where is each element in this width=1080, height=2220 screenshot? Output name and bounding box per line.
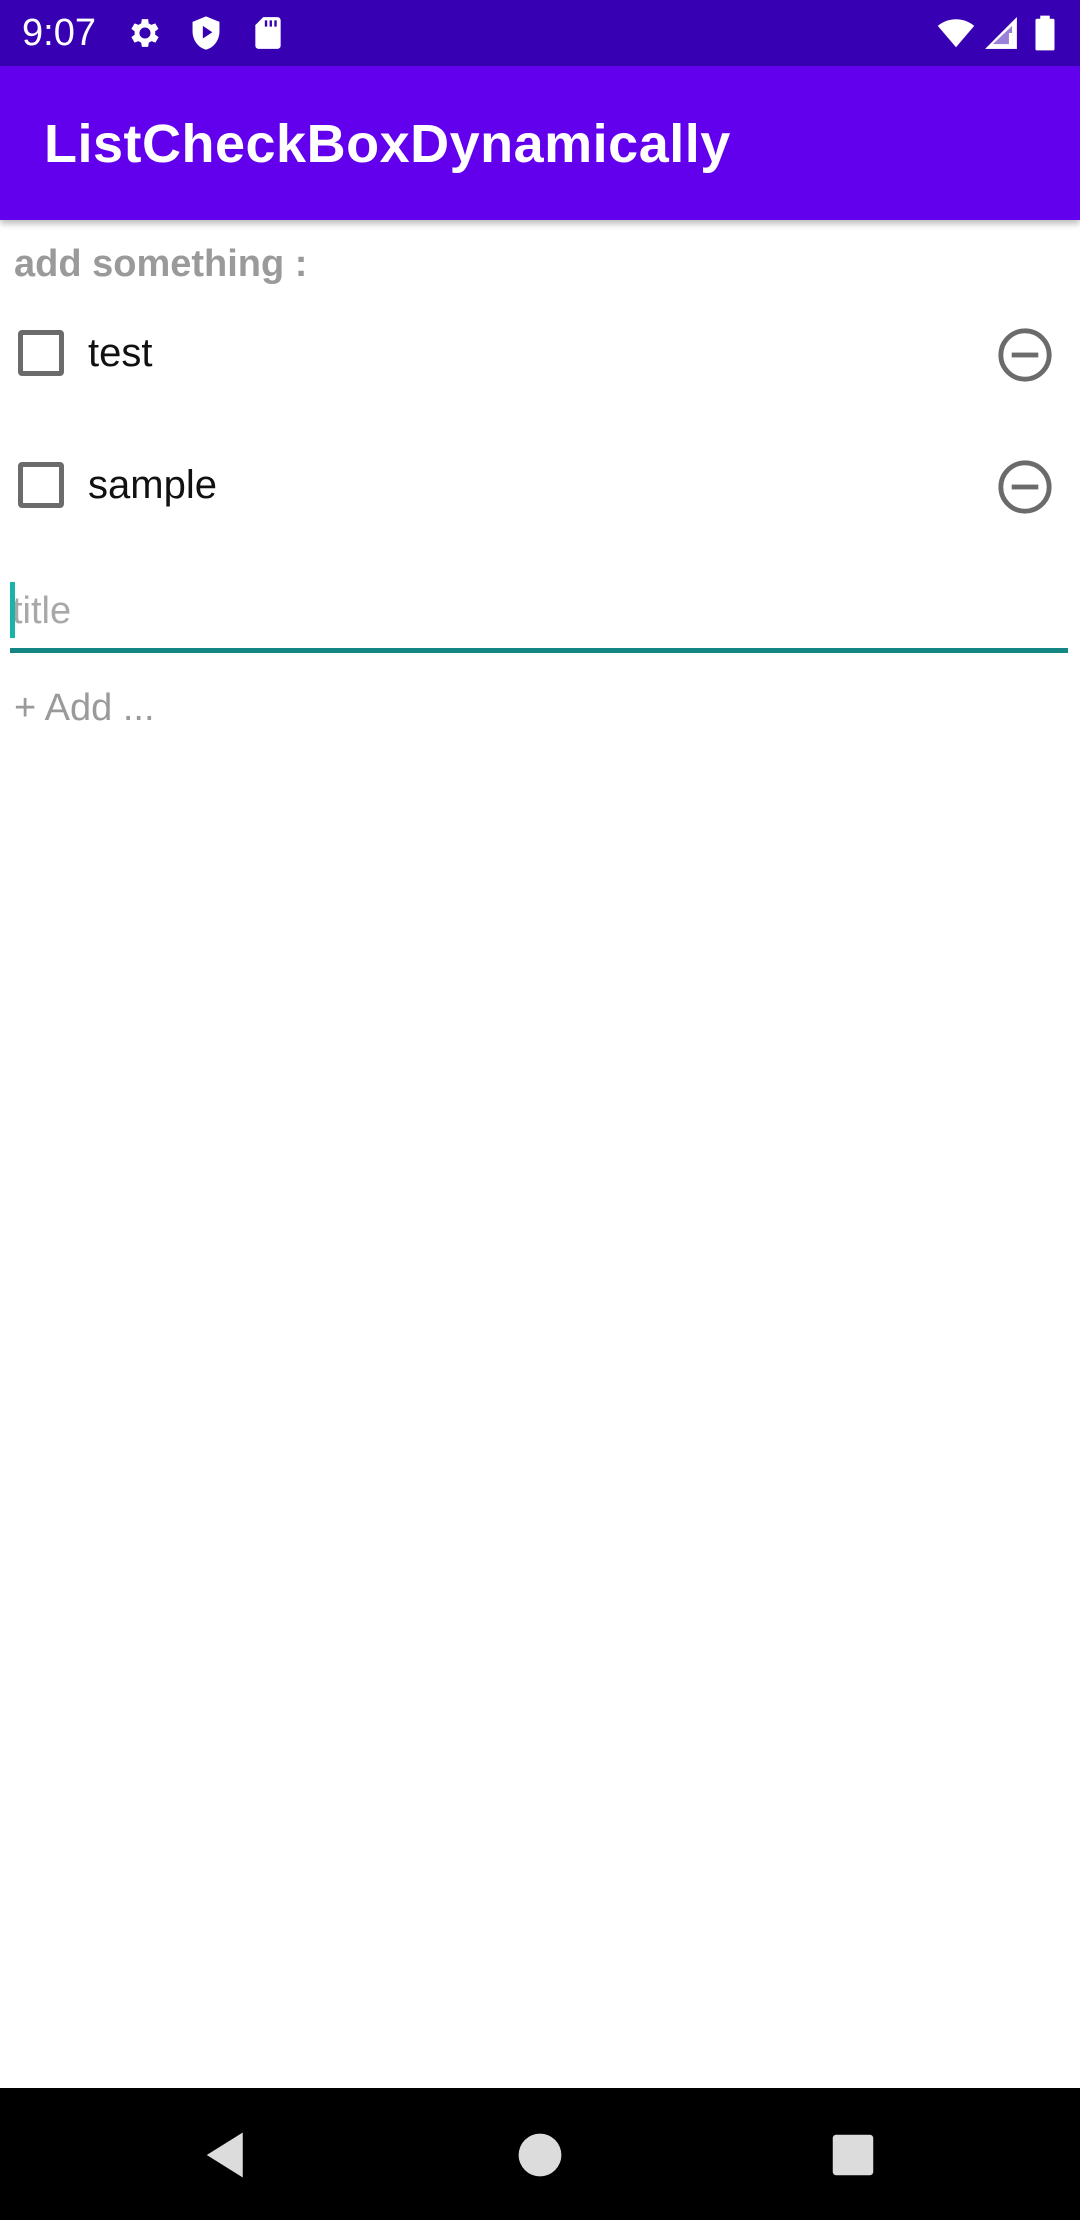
section-label: add something : xyxy=(14,243,308,285)
home-icon[interactable] xyxy=(513,2128,567,2182)
cell-signal-icon xyxy=(982,14,1020,52)
gear-icon xyxy=(126,14,164,52)
item-checkbox[interactable] xyxy=(18,462,64,508)
list-item: sample xyxy=(0,438,1080,538)
title-input[interactable] xyxy=(10,578,1068,644)
text-cursor xyxy=(10,582,15,638)
list-item: test xyxy=(0,306,1080,406)
sd-card-icon xyxy=(249,14,287,52)
shield-play-icon xyxy=(187,14,225,52)
wifi-icon xyxy=(935,14,977,52)
status-bar: 9:07 xyxy=(0,0,1080,66)
back-icon[interactable] xyxy=(200,2128,254,2182)
item-label[interactable]: sample xyxy=(88,460,217,510)
recents-icon[interactable] xyxy=(826,2128,880,2182)
status-time: 9:07 xyxy=(22,12,96,54)
add-button[interactable]: + Add ... xyxy=(14,684,155,732)
remove-circle-icon[interactable] xyxy=(996,326,1054,384)
navigation-bar xyxy=(0,2088,1080,2220)
item-checkbox[interactable] xyxy=(18,330,64,376)
app-bar: ListCheckBoxDynamically xyxy=(0,66,1080,220)
item-label[interactable]: test xyxy=(88,328,152,378)
title-input-container xyxy=(10,578,1068,653)
battery-icon xyxy=(1030,14,1060,52)
app-title: ListCheckBoxDynamically xyxy=(44,114,731,174)
remove-circle-icon[interactable] xyxy=(996,458,1054,516)
screen: 9:07 ListCheckBoxDynamically add somethi… xyxy=(0,0,1080,2220)
